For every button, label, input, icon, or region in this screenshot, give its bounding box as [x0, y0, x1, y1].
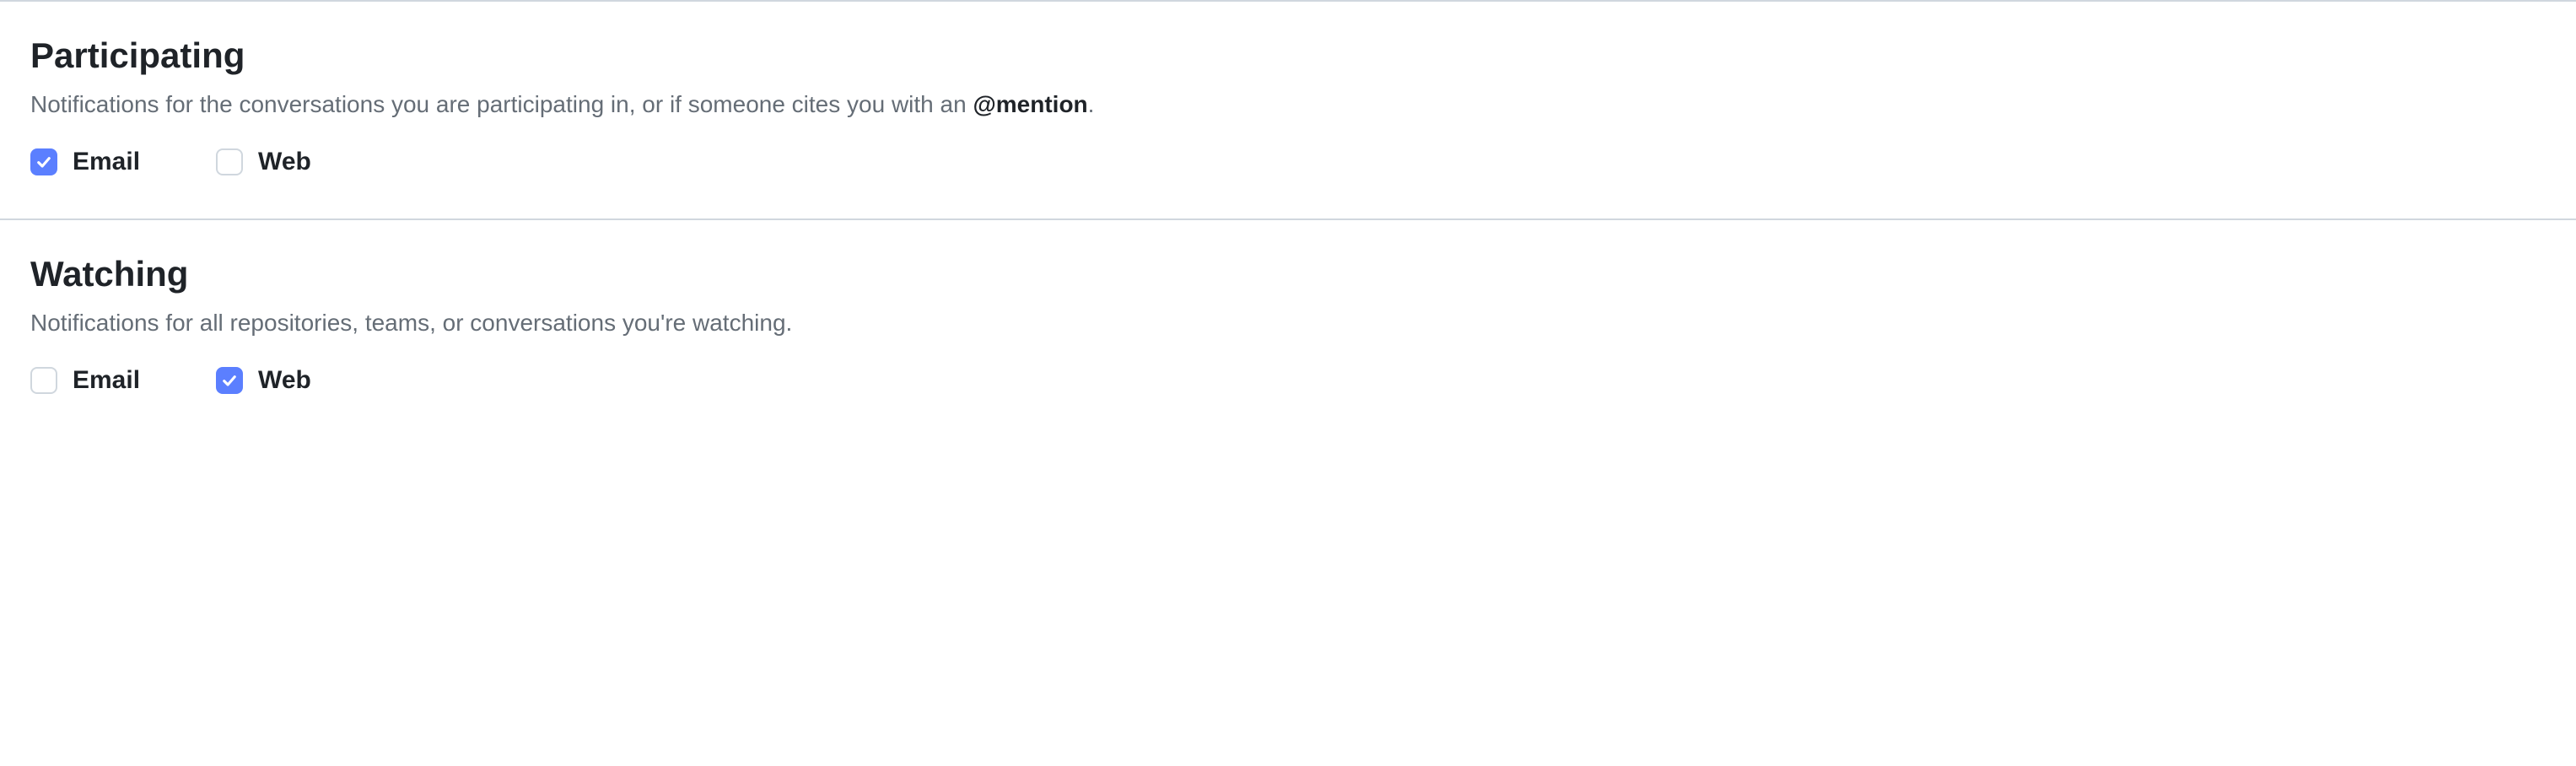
check-icon [221, 372, 238, 389]
participating-email-label: Email [73, 148, 140, 176]
watching-web-label: Web [258, 366, 311, 395]
participating-web-checkbox[interactable] [216, 148, 243, 175]
watching-web-option[interactable]: Web [216, 366, 311, 395]
watching-options: Email Web [30, 366, 2546, 395]
watching-email-option[interactable]: Email [30, 366, 140, 395]
check-icon [35, 154, 52, 170]
participating-email-checkbox[interactable] [30, 148, 57, 175]
participating-web-option[interactable]: Web [216, 148, 311, 176]
watching-web-checkbox[interactable] [216, 367, 243, 394]
participating-desc-bold: @mention [973, 91, 1087, 117]
participating-options: Email Web [30, 148, 2546, 176]
participating-email-option[interactable]: Email [30, 148, 140, 176]
watching-title: Watching [30, 254, 2546, 294]
watching-desc-pre: Notifications for all repositories, team… [30, 310, 792, 336]
participating-description: Notifications for the conversations you … [30, 88, 2546, 121]
watching-description: Notifications for all repositories, team… [30, 306, 2546, 339]
participating-section: Participating Notifications for the conv… [0, 0, 2576, 218]
watching-section: Watching Notifications for all repositor… [0, 218, 2576, 437]
participating-title: Participating [30, 35, 2546, 76]
participating-web-label: Web [258, 148, 311, 176]
participating-desc-pre: Notifications for the conversations you … [30, 91, 973, 117]
watching-email-label: Email [73, 366, 140, 395]
watching-email-checkbox[interactable] [30, 367, 57, 394]
participating-desc-post: . [1088, 91, 1095, 117]
